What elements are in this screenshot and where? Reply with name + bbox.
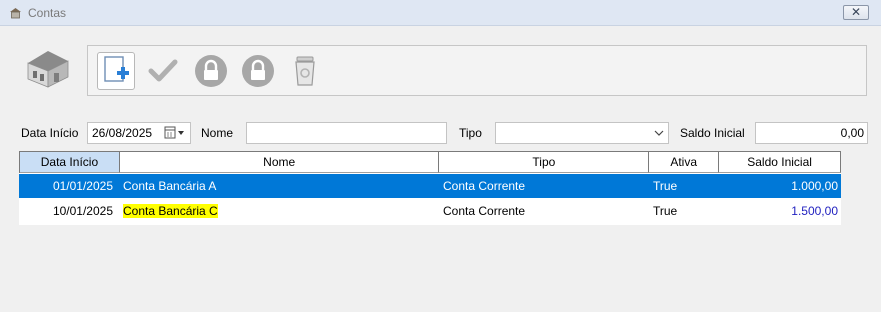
cell-saldo-inicial: 1.500,00 [791, 204, 838, 218]
unlock-button[interactable] [192, 52, 230, 90]
lock-icon [195, 55, 227, 87]
tipo-select[interactable] [495, 122, 669, 144]
cell-data-inicio: 10/01/2025 [52, 204, 113, 218]
cell-nome: Conta Bancária C [119, 199, 439, 223]
delete-button[interactable] [286, 52, 324, 90]
saldo-input[interactable]: 0,00 [755, 122, 868, 144]
cell-data-inicio: 01/01/2025 [52, 179, 113, 193]
date-filter-label: Data Início [21, 126, 79, 140]
cell-ativa: True [653, 179, 678, 193]
lock-button[interactable] [239, 52, 277, 90]
toolbar [87, 45, 867, 96]
accounts-grid: Data Início Nome Tipo Ativa Saldo Inicia… [19, 151, 842, 225]
close-button[interactable]: ✕ [843, 5, 869, 20]
cell-tipo: Conta Corrente [443, 179, 526, 193]
building-logo-icon [27, 51, 69, 88]
trash-icon [295, 56, 315, 86]
table-row[interactable]: 10/01/2025 Conta Bancária C Conta Corren… [19, 199, 841, 223]
calendar-dropdown-icon[interactable] [163, 124, 189, 142]
tipo-filter-label: Tipo [459, 126, 482, 140]
column-header-saldo-inicial[interactable]: Saldo Inicial [719, 152, 842, 173]
cell-ativa: True [653, 204, 678, 218]
confirm-button[interactable] [144, 52, 182, 90]
table-row[interactable]: 01/01/2025 Conta Bancária A Conta Corren… [19, 174, 841, 198]
column-header-nome[interactable]: Nome [119, 152, 440, 173]
new-document-icon [104, 56, 129, 82]
window-title: Contas [28, 6, 67, 20]
cell-tipo: Conta Corrente [443, 204, 526, 218]
cell-nome: Conta Bancária A [123, 179, 217, 193]
grid-header: Data Início Nome Tipo Ativa Saldo Inicia… [19, 151, 842, 173]
column-header-ativa[interactable]: Ativa [649, 152, 720, 173]
nome-filter-label: Nome [201, 126, 234, 140]
house-icon [10, 8, 21, 19]
chevron-down-icon [654, 130, 664, 136]
column-header-data-inicio[interactable]: Data Início [20, 152, 120, 173]
cell-saldo-inicial: 1.000,00 [791, 179, 838, 193]
nome-input[interactable] [246, 122, 447, 144]
checkmark-icon [148, 59, 178, 82]
title-bar: Contas ✕ [0, 0, 881, 26]
column-header-tipo[interactable]: Tipo [439, 152, 650, 173]
saldo-filter-label: Saldo Inicial [680, 126, 745, 140]
new-button[interactable] [97, 52, 135, 90]
highlighted-name: Conta Bancária C [123, 204, 218, 218]
lock-icon [242, 55, 274, 87]
